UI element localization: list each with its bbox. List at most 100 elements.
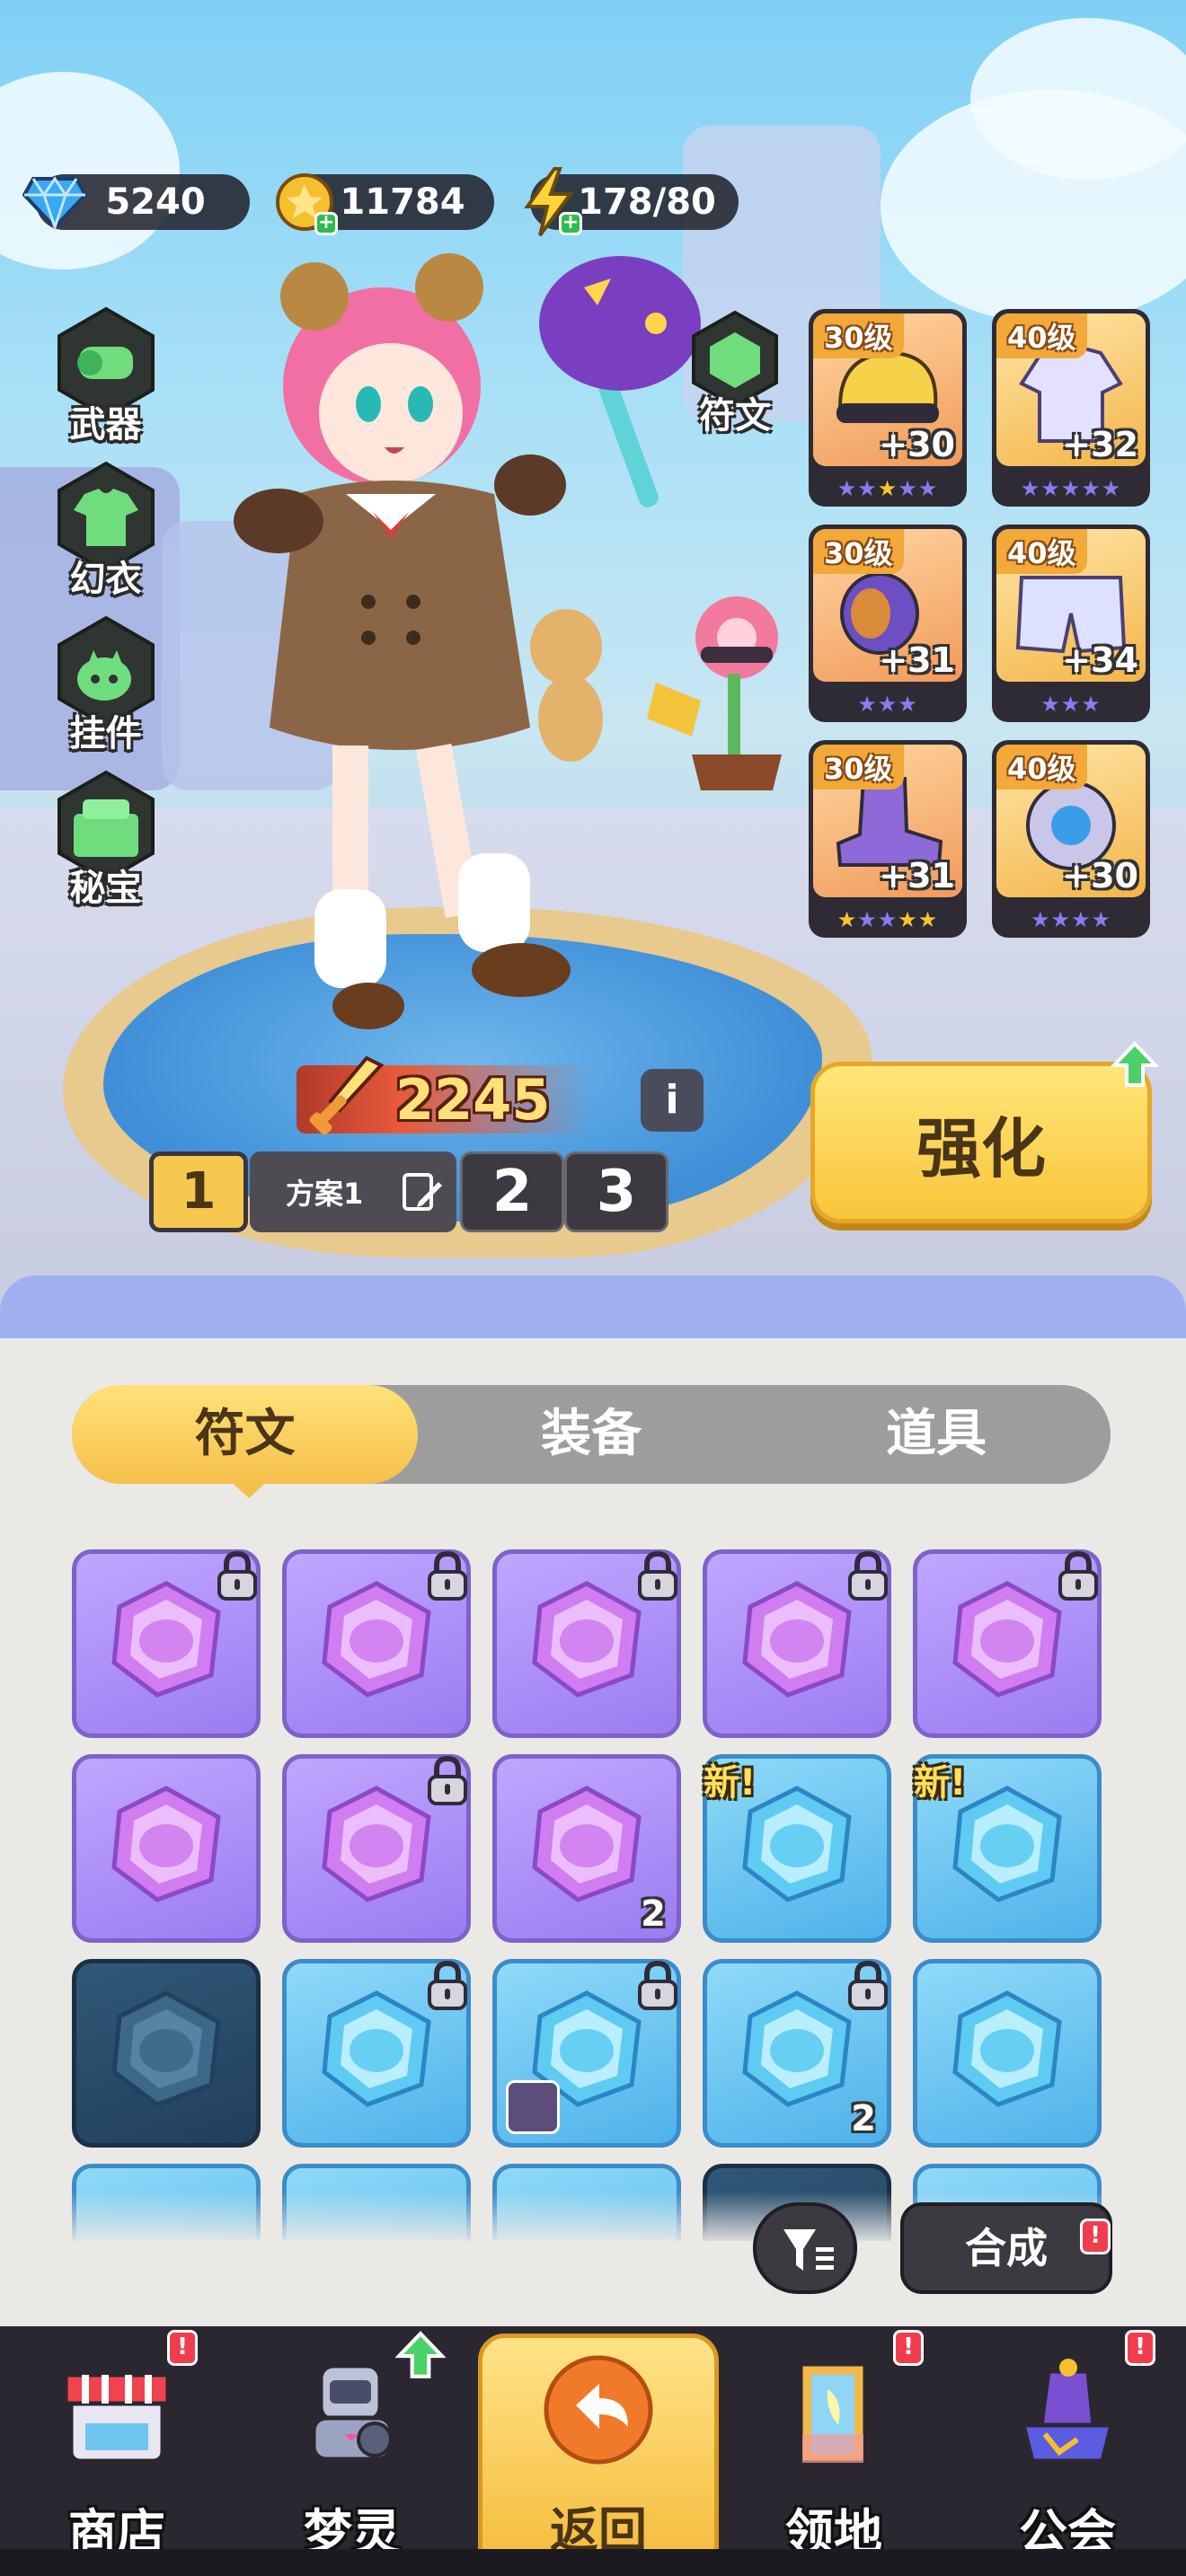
lock-icon: [1058, 1550, 1098, 1601]
nav-return[interactable]: 返回: [478, 2333, 719, 2576]
equipment-level: 40级: [996, 529, 1087, 574]
tab-equipment[interactable]: 装备: [420, 1385, 762, 1484]
equipment-stars: ★★★: [857, 692, 918, 717]
new-badge: 新!: [914, 1762, 967, 1804]
rune-slot[interactable]: [492, 1549, 681, 1738]
rune-slot[interactable]: [282, 1754, 471, 1943]
equipped-spirit-icon: [506, 2080, 560, 2134]
jacket-rune-icon: [322, 1990, 431, 2107]
combat-power-value: 2245: [395, 1067, 551, 1133]
equipment-slot-shorts[interactable]: 40级 +34 ★★★: [992, 525, 1150, 722]
equipment-slot-jacket[interactable]: 40级 +32 ★★★★★: [992, 309, 1150, 507]
equipment-level: 30级: [813, 313, 904, 358]
equipment-slot-gadget[interactable]: 40级 +30 ★★★★: [992, 740, 1150, 938]
lock-icon: [848, 1550, 888, 1601]
tab-runes[interactable]: 符文: [72, 1385, 418, 1484]
equipment-plus: +34: [1062, 640, 1138, 680]
rune-slot[interactable]: [703, 1549, 891, 1738]
equipment-stars: ★★★: [1040, 692, 1102, 717]
plan-name-label: 方案1: [286, 1177, 364, 1211]
lock-icon: [638, 1960, 677, 2010]
rune-grid: 2 新! 新! 2: [72, 1549, 1114, 2241]
rune-slot[interactable]: [282, 1959, 471, 2148]
menu-pendant[interactable]: 挂件: [36, 614, 175, 758]
add-gold-icon[interactable]: +: [314, 212, 338, 235]
equipment-plus: +31: [879, 640, 955, 680]
system-home-indicator: [0, 2549, 1186, 2576]
active-tab-pointer: [229, 1480, 269, 1498]
bracer-rune-icon: [952, 1990, 1062, 2107]
equipment-plus: +30: [1062, 856, 1138, 895]
nav-spirit-upgrade-icon: [395, 2331, 446, 2378]
shop-icon: [63, 2372, 171, 2464]
rune-count: 2: [851, 2098, 876, 2139]
panel-top-edge: [0, 1275, 1186, 1338]
flower-pet: [647, 596, 782, 790]
menu-outfit[interactable]: 幻衣: [36, 460, 175, 604]
plan-name-field[interactable]: 方案1: [250, 1151, 456, 1232]
rune-slot[interactable]: [72, 1754, 261, 1943]
tab-items[interactable]: 道具: [766, 1385, 1107, 1484]
rune-slot[interactable]: 新!: [913, 1754, 1102, 1943]
gold-counter[interactable]: + 11784: [276, 173, 494, 235]
helmet-rune-icon: [322, 1581, 431, 1698]
nav-shop[interactable]: 商店: [9, 2340, 225, 2573]
equipment-level: 40级: [996, 313, 1087, 358]
energy-counter[interactable]: + 178/80: [524, 167, 739, 237]
spirit-robot-icon: [311, 2363, 394, 2462]
edit-icon[interactable]: [399, 1169, 444, 1214]
glove-rune-icon: [322, 1786, 431, 1902]
equipment-stars: ★★★★★: [836, 907, 939, 932]
filter-button[interactable]: [753, 2202, 857, 2294]
combat-power: 2245: [296, 1055, 593, 1135]
return-icon: [544, 2355, 653, 2465]
equipment-plus: +31: [879, 856, 955, 895]
menu-weapon[interactable]: 武器: [36, 305, 175, 449]
diamond-counter[interactable]: 5240: [22, 174, 250, 231]
filter-icon: [783, 2229, 834, 2271]
nav-territory[interactable]: 领地: [726, 2340, 942, 2573]
plan-tab-2[interactable]: 2: [460, 1151, 564, 1232]
equipment-level: 40级: [996, 745, 1087, 790]
equipment-slot-boots[interactable]: 30级 +31 ★★★★★: [809, 740, 967, 938]
equipment-stars: ★★★★★: [836, 476, 939, 501]
rune-slot[interactable]: [913, 1959, 1102, 2148]
rune-slot[interactable]: [72, 1549, 261, 1738]
add-energy-icon[interactable]: +: [559, 212, 582, 235]
enhance-button[interactable]: 强化: [810, 1062, 1152, 1223]
plan-tab-1-label: 1: [181, 1162, 217, 1221]
shoe-rune-icon: [742, 1581, 852, 1698]
equipment-slot-helmet[interactable]: 30级 +30 ★★★★★: [809, 309, 967, 507]
rune-button[interactable]: 符文: [672, 309, 798, 444]
equipment-level: 30级: [813, 529, 904, 574]
plan-tab-3-label: 3: [596, 1159, 637, 1225]
rune-slot[interactable]: [72, 1959, 261, 2148]
rune-slot[interactable]: [282, 1549, 471, 1738]
sword-icon: [309, 1055, 385, 1135]
power-info-button[interactable]: i: [641, 1069, 704, 1132]
nav-guild[interactable]: 公会: [960, 2340, 1175, 2573]
nav-territory-alert-badge: !: [893, 2330, 924, 2366]
rune-slot[interactable]: [913, 1549, 1102, 1738]
rune-slot[interactable]: [492, 1959, 681, 2148]
equipment-level: 30级: [813, 745, 904, 790]
shoe-rune-icon: [111, 1786, 221, 1902]
helmet-rune-icon: [111, 1990, 221, 2107]
rune-slot[interactable]: 2: [492, 1754, 681, 1943]
plan-tab-2-label: 2: [491, 1159, 533, 1225]
inventory-tabs: 符文 装备 道具: [72, 1385, 1111, 1484]
helmet-rune-icon: [532, 1581, 642, 1698]
diamond-icon: [20, 167, 90, 237]
rune-slot[interactable]: 2: [703, 1959, 891, 2148]
menu-outfit-label: 幻衣: [69, 559, 142, 600]
rune-button-label: 符文: [699, 395, 771, 437]
equipment-slot-bracer[interactable]: 30级 +31 ★★★: [809, 525, 967, 722]
menu-treasure[interactable]: 秘宝: [36, 769, 175, 913]
lock-icon: [217, 1550, 257, 1601]
plan-tab-3[interactable]: 3: [564, 1151, 668, 1232]
shoe-rune-icon: [952, 1581, 1062, 1698]
rune-count: 2: [641, 1893, 666, 1935]
rune-slot[interactable]: 新!: [703, 1754, 891, 1943]
menu-weapon-label: 武器: [69, 404, 142, 446]
plan-tab-1[interactable]: 1: [149, 1151, 248, 1232]
